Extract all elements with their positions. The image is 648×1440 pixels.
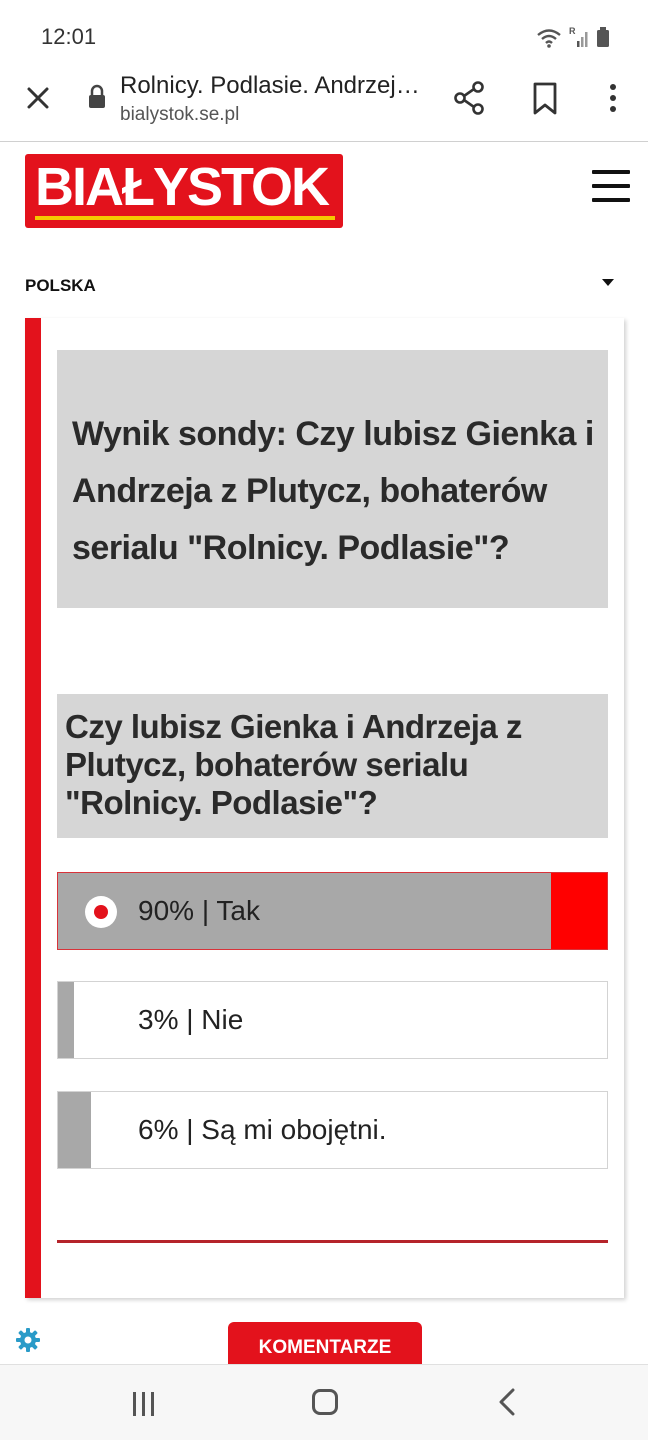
share-icon[interactable]	[450, 78, 490, 118]
page-title[interactable]: Rolnicy. Podlasie. Andrzej i Gienek z Pl…	[120, 72, 420, 100]
signal-icon: R	[569, 26, 588, 47]
divider	[57, 1240, 608, 1243]
wifi-icon	[537, 29, 561, 48]
status-icons: R	[536, 24, 610, 48]
system-navigation-bar	[0, 1364, 648, 1440]
poll-result-header: Wynik sondy: Czy lubisz Gienka i Andrzej…	[57, 350, 608, 608]
poll-card: Wynik sondy: Czy lubisz Gienka i Andrzej…	[25, 318, 624, 1298]
recent-apps-icon[interactable]	[131, 1391, 157, 1417]
home-icon[interactable]	[312, 1389, 338, 1415]
poll-question-box: Czy lubisz Gienka i Andrzeja z Plutycz, …	[57, 694, 608, 838]
poll-option-bar	[58, 873, 553, 949]
site-logo-underline	[35, 216, 335, 220]
poll-question: Czy lubisz Gienka i Andrzeja z Plutycz, …	[65, 708, 522, 821]
poll-option-label: 6% | Są mi obojętni.	[138, 1114, 387, 1145]
poll-option-selected-marker	[551, 873, 607, 949]
poll-result-title: Wynik sondy: Czy lubisz Gienka i Andrzej…	[72, 415, 594, 567]
poll-option-nie[interactable]: 3% | Nie	[57, 981, 608, 1059]
poll-option-label: 3% | Nie	[138, 1004, 244, 1035]
browser-toolbar: Rolnicy. Podlasie. Andrzej i Gienek z Pl…	[0, 60, 648, 142]
poll-option-label: 90% | Tak	[138, 895, 260, 926]
gear-icon[interactable]	[14, 1326, 42, 1354]
status-bar: 12:01 R	[0, 0, 648, 60]
poll-option-bar	[58, 982, 75, 1058]
svg-text:R: R	[569, 26, 576, 36]
back-icon[interactable]	[496, 1387, 518, 1417]
status-time: 12:01	[41, 24, 97, 49]
url-domain[interactable]: bialystok.se.pl	[120, 104, 239, 126]
poll-option-tak[interactable]: 90% | Tak	[57, 872, 608, 950]
card-accent-stripe	[25, 318, 41, 1298]
site-logo[interactable]: BIAŁYSTOK	[25, 154, 343, 228]
section-nav-label[interactable]: POLSKA	[25, 276, 96, 296]
site-logo-text: BIAŁYSTOK	[35, 157, 330, 217]
radio-selected-icon[interactable]	[85, 896, 117, 928]
lock-icon	[89, 84, 105, 108]
battery-icon	[597, 27, 609, 47]
close-icon[interactable]	[20, 80, 56, 116]
poll-option-obojetni[interactable]: 6% | Są mi obojętni.	[57, 1091, 608, 1169]
hamburger-menu-icon[interactable]	[592, 170, 630, 204]
poll-option-bar	[58, 1092, 91, 1168]
chevron-down-icon[interactable]	[602, 279, 614, 286]
bookmark-icon[interactable]	[528, 78, 562, 118]
more-vert-icon[interactable]	[598, 78, 628, 118]
